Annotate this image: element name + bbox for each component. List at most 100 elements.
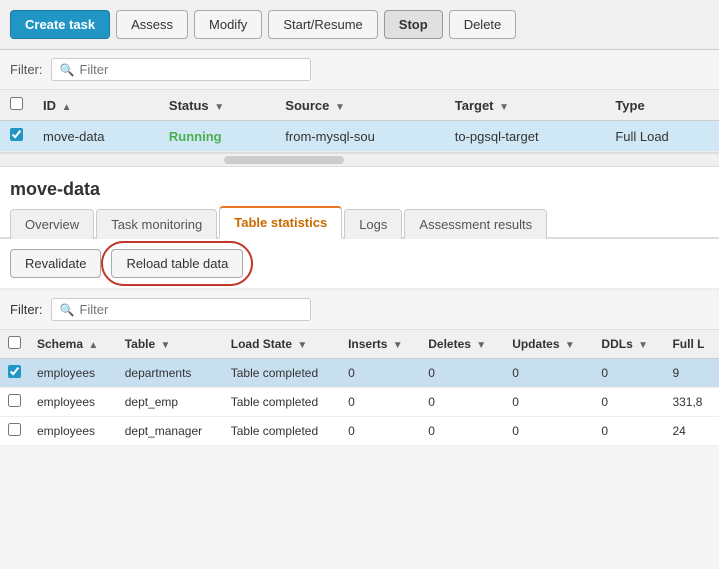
stats-row-updates: 0 [504, 417, 593, 446]
row-id: move-data [33, 121, 159, 152]
reload-table-data-button[interactable]: Reload table data [111, 249, 243, 278]
main-table: ID ▲ Status ▼ Source ▼ Target ▼ Type [0, 90, 719, 152]
stats-row-checkbox-cell[interactable] [0, 417, 29, 446]
stats-filter-input-wrap: 🔍 [51, 298, 311, 321]
stats-row-full-l: 9 [664, 359, 719, 388]
tab-table-statistics[interactable]: Table statistics [219, 206, 342, 239]
tabs-row: Overview Task monitoring Table statistic… [0, 206, 719, 239]
stats-header-table[interactable]: Table ▼ [117, 330, 223, 359]
stats-header-schema[interactable]: Schema ▲ [29, 330, 117, 359]
revalidate-button[interactable]: Revalidate [10, 249, 101, 278]
stats-row-checkbox-cell[interactable] [0, 388, 29, 417]
sort-arrow-status: ▼ [214, 102, 224, 113]
stats-row-schema: employees [29, 417, 117, 446]
sort-load-state: ▼ [297, 340, 307, 351]
main-table-header-target[interactable]: Target ▼ [445, 90, 606, 121]
sort-arrow-id: ▲ [62, 102, 72, 113]
filter-label: Filter: [10, 62, 43, 77]
row-target: to-pgsql-target [445, 121, 606, 152]
sub-toolbar: Revalidate Reload table data [0, 239, 719, 289]
stats-row-ddls: 0 [593, 388, 664, 417]
main-table-header-source[interactable]: Source ▼ [275, 90, 444, 121]
main-table-header-id[interactable]: ID ▲ [33, 90, 159, 121]
stats-row-checkbox[interactable] [8, 423, 21, 436]
stats-header-full-l: Full L [664, 330, 719, 359]
main-filter-row: Filter: 🔍 [0, 50, 719, 90]
row-type: Full Load [605, 121, 719, 152]
row-checkbox[interactable] [10, 128, 23, 141]
sort-arrow-target: ▼ [499, 102, 509, 113]
stats-table-row[interactable]: employees dept_emp Table completed 0 0 0… [0, 388, 719, 417]
sort-schema: ▲ [88, 340, 98, 351]
stats-row-ddls: 0 [593, 359, 664, 388]
stats-row-deletes: 0 [420, 359, 504, 388]
stats-row-load-state: Table completed [223, 388, 340, 417]
stats-row-schema: employees [29, 388, 117, 417]
stats-row-inserts: 0 [340, 359, 420, 388]
stats-row-table: dept_emp [117, 388, 223, 417]
main-table-scrollbar[interactable] [0, 153, 719, 167]
tab-overview[interactable]: Overview [10, 209, 94, 239]
stats-table-row[interactable]: employees departments Table completed 0 … [0, 359, 719, 388]
filter-input-wrap: 🔍 [51, 58, 311, 81]
row-status: Running [159, 121, 275, 152]
main-table-header-checkbox[interactable] [0, 90, 33, 121]
stats-filter-input[interactable] [79, 302, 301, 317]
stats-row-inserts: 0 [340, 417, 420, 446]
stats-row-ddls: 0 [593, 417, 664, 446]
tab-task-monitoring[interactable]: Task monitoring [96, 209, 217, 239]
stats-row-load-state: Table completed [223, 417, 340, 446]
stats-row-updates: 0 [504, 359, 593, 388]
main-toolbar: Create task Assess Modify Start/Resume S… [0, 0, 719, 50]
stats-row-schema: employees [29, 359, 117, 388]
main-filter-input[interactable] [79, 62, 301, 77]
stats-row-deletes: 0 [420, 417, 504, 446]
stats-table-row[interactable]: employees dept_manager Table completed 0… [0, 417, 719, 446]
stats-row-full-l: 24 [664, 417, 719, 446]
stats-table-wrap: Schema ▲ Table ▼ Load State ▼ Inserts ▼ … [0, 330, 719, 446]
tab-assessment-results[interactable]: Assessment results [404, 209, 547, 239]
stats-header-checkbox[interactable] [0, 330, 29, 359]
reload-table-data-wrap: Reload table data [111, 249, 243, 278]
main-table-wrap: ID ▲ Status ▼ Source ▼ Target ▼ Type [0, 90, 719, 153]
stats-header-updates[interactable]: Updates ▼ [504, 330, 593, 359]
section-title: move-data [0, 167, 719, 206]
stats-row-load-state: Table completed [223, 359, 340, 388]
select-all-checkbox[interactable] [10, 97, 23, 110]
main-table-header-type: Type [605, 90, 719, 121]
stats-header-load-state[interactable]: Load State ▼ [223, 330, 340, 359]
stats-header-deletes[interactable]: Deletes ▼ [420, 330, 504, 359]
stats-row-updates: 0 [504, 388, 593, 417]
stats-row-table: departments [117, 359, 223, 388]
stats-header-ddls[interactable]: DDLs ▼ [593, 330, 664, 359]
stats-filter-label: Filter: [10, 302, 43, 317]
modify-button[interactable]: Modify [194, 10, 262, 39]
main-table-header-status[interactable]: Status ▼ [159, 90, 275, 121]
stats-row-checkbox-cell[interactable] [0, 359, 29, 388]
start-resume-button[interactable]: Start/Resume [268, 10, 377, 39]
row-source: from-mysql-sou [275, 121, 444, 152]
scrollbar-thumb[interactable] [224, 156, 344, 164]
stats-row-deletes: 0 [420, 388, 504, 417]
row-checkbox-cell[interactable] [0, 121, 33, 152]
stats-row-checkbox[interactable] [8, 365, 21, 378]
stats-row-inserts: 0 [340, 388, 420, 417]
delete-button[interactable]: Delete [449, 10, 517, 39]
assess-button[interactable]: Assess [116, 10, 188, 39]
stats-row-checkbox[interactable] [8, 394, 21, 407]
stats-filter-row: Filter: 🔍 [0, 289, 719, 330]
search-icon: 🔍 [60, 63, 75, 77]
tab-logs[interactable]: Logs [344, 209, 402, 239]
stats-row-table: dept_manager [117, 417, 223, 446]
stats-select-all[interactable] [8, 336, 21, 349]
sort-deletes: ▼ [476, 340, 486, 351]
table-row[interactable]: move-data Running from-mysql-sou to-pgsq… [0, 121, 719, 152]
stats-search-icon: 🔍 [60, 303, 75, 317]
sort-ddls: ▼ [638, 340, 648, 351]
sort-arrow-source: ▼ [335, 102, 345, 113]
stop-button[interactable]: Stop [384, 10, 443, 39]
sort-inserts: ▼ [393, 340, 403, 351]
stats-row-full-l: 331,8 [664, 388, 719, 417]
create-task-button[interactable]: Create task [10, 10, 110, 39]
stats-header-inserts[interactable]: Inserts ▼ [340, 330, 420, 359]
